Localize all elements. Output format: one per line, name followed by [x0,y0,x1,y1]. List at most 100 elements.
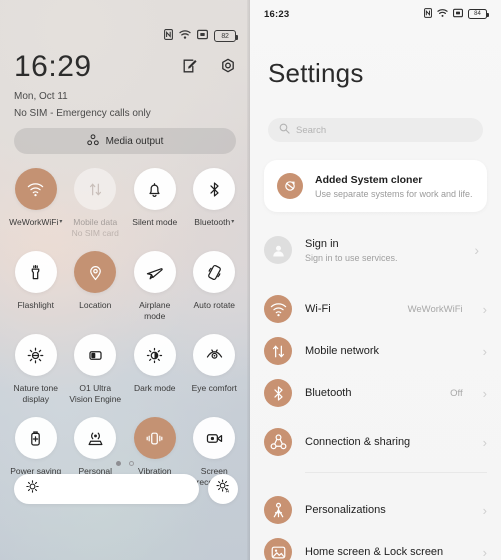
settings-item-label: Personalizations [305,504,386,516]
chevron-right-icon: › [482,434,487,450]
qs-tile-label: Dark mode [133,383,176,393]
eye-comfort-icon[interactable] [193,334,236,376]
settings-item-home-screen-lock-screen[interactable]: Home screen & Lock screen › [264,531,487,560]
mobile-data-icon[interactable] [74,168,117,210]
chevron-right-icon: › [482,343,487,359]
system-cloner-text: Added System cloner Use separate systems… [315,174,473,199]
media-output-button[interactable]: Media output [14,128,236,154]
qs-tile-bluetooth[interactable]: Bluetooth▾ [185,168,245,239]
qs-tile-location[interactable]: Location [66,251,126,322]
settings-item-connection-sharing[interactable]: Connection & sharing › [264,421,487,463]
brightness-row: A [14,474,238,504]
settings-item-mobile-network[interactable]: Mobile network › [264,330,487,372]
battery-saver-icon[interactable] [14,417,57,459]
chevron-right-icon: › [474,242,479,258]
qs-tile-o1-ultra-vision-engine[interactable]: O1 Ultra Vision Engine [66,334,126,405]
qs-tile-label: Mobile data [73,217,118,227]
vision-engine-icon[interactable] [74,334,117,376]
qs-tile-label: Nature tone display [13,383,58,404]
settings-item-bluetooth[interactable]: Bluetooth Off › [264,372,487,414]
search-bar[interactable]: Search [268,118,483,142]
qs-tile-mobile-data[interactable]: Mobile data No SIM card [66,168,126,239]
search-placeholder: Search [296,124,327,136]
chevron-down-icon[interactable]: ▾ [231,219,234,225]
sign-in-subtitle: Sign in to use services. [305,252,398,263]
chevron-right-icon: › [482,385,487,401]
screenshot-icon [453,5,464,23]
settings-panel: 16:23 84 Settings Search Added System cl… [250,0,501,560]
media-output-icon [86,133,99,149]
page-dot[interactable] [129,461,134,466]
qs-tile-dark-mode[interactable]: Dark mode [125,334,185,405]
qs-tile-label: O1 Ultra Vision Engine [69,383,122,404]
hotspot-icon[interactable] [74,417,117,459]
bluetooth-icon[interactable] [193,168,236,210]
chevron-right-icon: › [482,544,487,560]
qs-tile-flashlight[interactable]: Flashlight [6,251,66,322]
bell-icon[interactable] [133,168,176,210]
settings-item-label: Home screen & Lock screen [305,546,444,558]
home-lock-screen-icon [264,538,292,560]
auto-brightness-icon: A [215,479,231,499]
flashlight-icon[interactable] [14,251,57,293]
wifi-icon[interactable] [14,168,57,210]
qs-sim-status: No SIM - Emergency calls only [14,108,151,119]
sign-in-title: Sign in [305,237,339,250]
qs-tile-row: Nature tone display O1 Ultra Vision Engin… [6,334,244,405]
qs-date: Mon, Oct 11 [14,91,68,102]
settings-status-time: 16:23 [264,8,290,20]
settings-item-value: Off [450,387,463,399]
qs-tile-silent-mode[interactable]: Silent mode [125,168,185,239]
system-cloner-card[interactable]: Added System cloner Use separate systems… [264,160,487,212]
settings-item-label: Mobile network [305,345,379,357]
settings-list: Wi-Fi WeWorkWiFi › Mobile network › Bluetooth… [264,288,487,560]
chevron-right-icon: › [482,301,487,317]
list-divider [305,472,487,473]
brightness-icon [26,480,39,498]
qs-tile-label: Auto rotate [193,300,236,310]
auto-brightness-button[interactable]: A [208,474,238,504]
location-pin-icon[interactable] [74,251,117,293]
screen-record-icon[interactable] [193,417,236,459]
chevron-down-icon[interactable]: ▾ [59,219,62,225]
qs-tile-label: Silent mode [132,217,178,227]
nfc-icon [164,27,173,45]
dual-panel-screen: 82 16:29 Mon, Oct 11 No SIM - Emergency … [0,0,501,560]
svg-text:A: A [225,489,229,494]
nature-tone-icon[interactable] [14,334,57,376]
airplane-icon[interactable] [133,251,176,293]
vibration-icon[interactable] [133,417,176,459]
settings-gear-icon[interactable] [220,58,236,79]
brightness-slider[interactable] [14,474,199,504]
qs-header-icon-group [182,58,236,79]
system-cloner-title: Added System cloner [315,173,423,186]
battery-level-text: 82 [221,32,229,40]
settings-item-wi-fi[interactable]: Wi-Fi WeWorkWiFi › [264,288,487,330]
qs-tile-row: WeWorkWiFi▾ Mobile data No SIM card Silent … [6,168,244,239]
qs-tile-weworkwifi[interactable]: WeWorkWiFi▾ [6,168,66,239]
qs-tile-airplane-mode[interactable]: Airplane mode [125,251,185,322]
settings-status-icons: 84 [424,5,489,23]
dark-mode-icon[interactable] [133,334,176,376]
auto-rotate-icon[interactable] [193,251,236,293]
settings-item-personalizations[interactable]: Personalizations › [264,489,487,531]
page-dot-active[interactable] [116,461,121,466]
qs-tile-auto-rotate[interactable]: Auto rotate [185,251,245,322]
media-output-label: Media output [105,135,164,147]
quick-settings-tile-grid: WeWorkWiFi▾ Mobile data No SIM card Silent … [6,168,244,488]
wifi-icon [437,5,448,23]
sign-in-row[interactable]: Sign in Sign in to use services. › [264,228,487,272]
page-title: Settings [268,58,364,88]
mobile-network-icon [264,337,292,365]
qs-tile-label: Eye comfort [191,383,237,393]
qs-tile-nature-tone-display[interactable]: Nature tone display [6,334,66,405]
qs-tile-label: Location [79,300,112,310]
qs-tile-eye-comfort[interactable]: Eye comfort [185,334,245,405]
settings-item-value: WeWorkWiFi [407,303,463,315]
edit-icon[interactable] [182,58,198,79]
settings-item-label: Wi-Fi [305,303,331,315]
settings-item-label: Connection & sharing [305,436,411,448]
qs-tile-label: Airplane mode [139,300,171,321]
qs-tile-label: WeWorkWiFi▾ [9,217,63,227]
